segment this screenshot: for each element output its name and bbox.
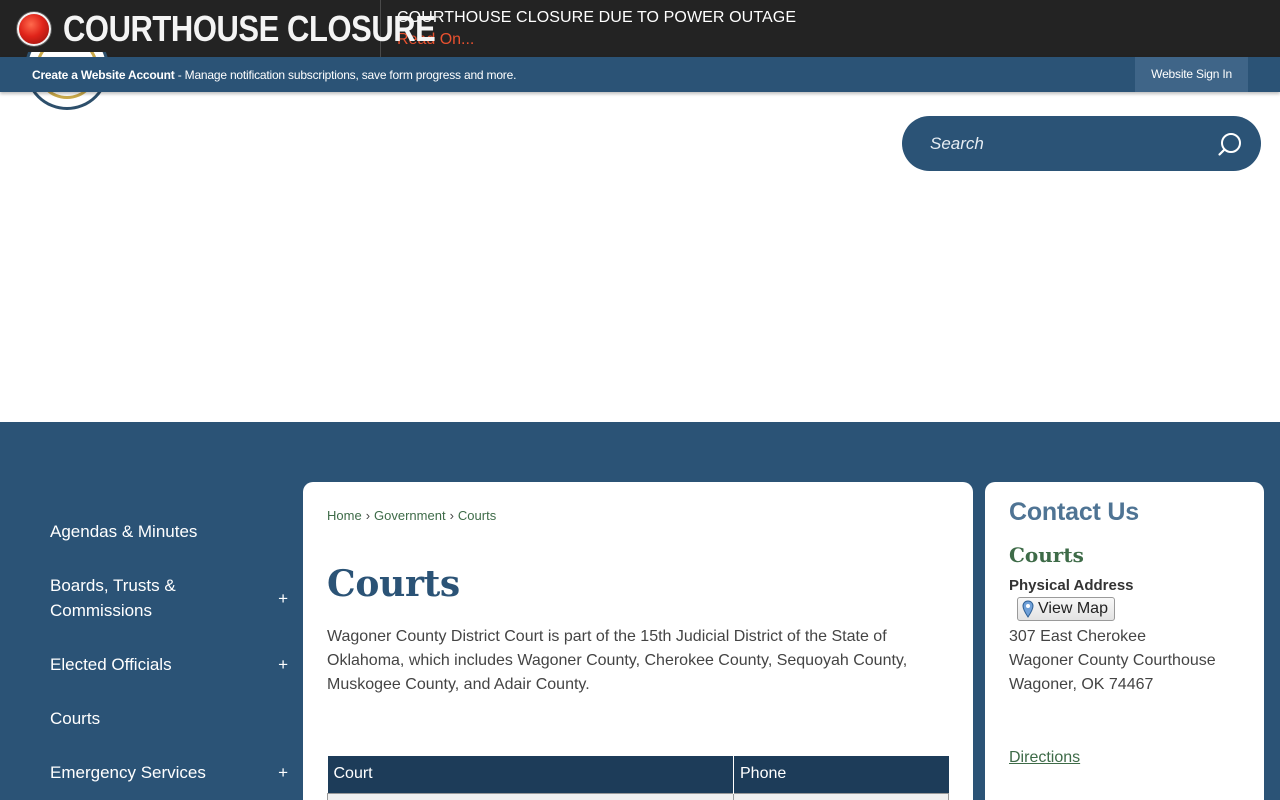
search-input[interactable] bbox=[930, 133, 1190, 154]
account-description: - Manage notification subscriptions, sav… bbox=[174, 67, 517, 82]
sign-in-button[interactable]: Website Sign In bbox=[1135, 57, 1248, 92]
read-on-link[interactable]: Read On... bbox=[397, 31, 796, 49]
table-header-row: Court Phone bbox=[327, 756, 949, 793]
main-content: Home › Government › Courts Courts Wagone… bbox=[303, 482, 973, 800]
sidebar-item-courts[interactable]: Courts bbox=[0, 706, 140, 731]
contact-card: Contact Us Courts Physical Address View … bbox=[985, 482, 1264, 800]
breadcrumb: Home › Government › Courts bbox=[327, 508, 949, 523]
sidebar-item-label: Agendas & Minutes bbox=[50, 522, 198, 541]
courts-table: Court Phone bbox=[327, 756, 949, 800]
sidebar-item-boards-trusts-commissions[interactable]: Boards, Trusts & Commissions + bbox=[0, 573, 303, 623]
contact-department-name: Courts bbox=[1009, 543, 1084, 567]
alert-title: COURTHOUSE CLOSURE bbox=[63, 7, 436, 49]
expand-icon[interactable]: + bbox=[278, 586, 288, 611]
alert-message: COURTHOUSE CLOSURE DUE TO POWER OUTAGE R… bbox=[381, 9, 796, 49]
breadcrumb-separator: › bbox=[449, 508, 454, 523]
map-pin-icon bbox=[1022, 600, 1034, 618]
create-account-link[interactable]: Create a Website Account bbox=[32, 68, 175, 82]
alert-headline: COURTHOUSE CLOSURE DUE TO POWER OUTAGE bbox=[397, 8, 797, 26]
expand-icon[interactable]: + bbox=[278, 760, 288, 785]
account-bar: Create a Website Account - Manage notifi… bbox=[0, 57, 1280, 92]
address-line: Wagoner County Courthouse bbox=[1009, 652, 1216, 669]
address-line: 307 East Cherokee bbox=[1009, 628, 1146, 645]
address-block: 307 East Cherokee Wagoner County Courtho… bbox=[1009, 625, 1240, 697]
expand-icon[interactable]: + bbox=[278, 652, 288, 677]
sidebar-item-agendas-minutes[interactable]: Agendas & Minutes bbox=[0, 519, 237, 544]
sidebar-item-elected-officials[interactable]: Elected Officials + bbox=[0, 652, 303, 677]
table-row bbox=[327, 792, 949, 800]
column-header-court: Court bbox=[327, 756, 734, 793]
view-map-label: View Map bbox=[1038, 600, 1108, 617]
table-cell bbox=[327, 792, 734, 800]
alert-label: COURTHOUSE CLOSURE bbox=[0, 0, 436, 57]
alert-bar: COURTHOUSE CLOSURE COURTHOUSE CLOSURE DU… bbox=[0, 0, 1280, 57]
account-message: Create a Website Account - Manage notifi… bbox=[0, 68, 516, 82]
sidebar-item-emergency-services[interactable]: Emergency Services + bbox=[0, 760, 303, 785]
contact-heading: Contact Us bbox=[1009, 498, 1139, 526]
breadcrumb-government[interactable]: Government bbox=[374, 508, 446, 523]
sidebar-item-label: Emergency Services bbox=[50, 763, 206, 782]
physical-address-label: Physical Address bbox=[1009, 577, 1134, 594]
address-line: Wagoner, OK 74467 bbox=[1009, 676, 1154, 693]
breadcrumb-separator: › bbox=[365, 508, 371, 523]
directions-link[interactable]: Directions bbox=[1009, 749, 1240, 767]
breadcrumb-courts[interactable]: Courts bbox=[458, 508, 496, 523]
breadcrumb-home[interactable]: Home bbox=[327, 508, 362, 523]
search-icon[interactable] bbox=[1217, 131, 1243, 157]
view-map-button[interactable]: View Map bbox=[1017, 597, 1115, 621]
sidebar-item-label: Courts bbox=[50, 709, 101, 728]
column-header-phone: Phone bbox=[733, 756, 949, 793]
search-bar bbox=[902, 116, 1261, 171]
sidebar-item-label: Elected Officials bbox=[50, 655, 172, 674]
page-title: Courts bbox=[327, 563, 460, 605]
sidebar-item-label: Boards, Trusts & Commissions bbox=[50, 576, 176, 620]
intro-paragraph: Wagoner County District Court is part of… bbox=[327, 628, 908, 693]
alert-icon bbox=[17, 11, 51, 46]
table-cell bbox=[733, 792, 949, 800]
